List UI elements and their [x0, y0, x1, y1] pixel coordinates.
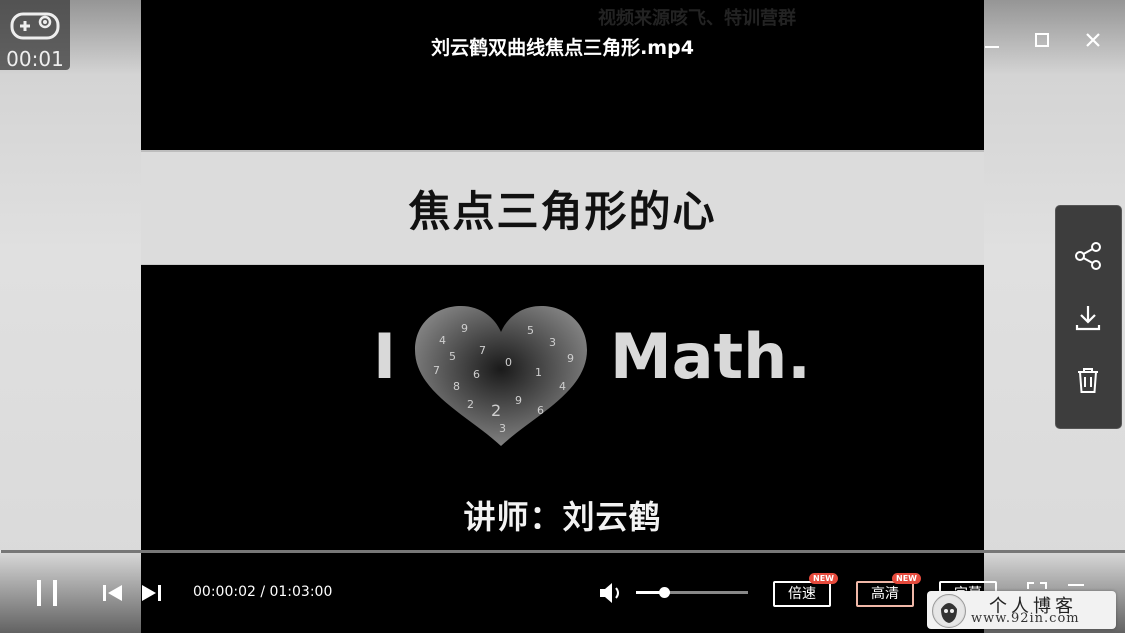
volume-button[interactable] [597, 581, 627, 605]
svg-text:6: 6 [473, 368, 480, 381]
svg-text:2: 2 [467, 398, 474, 411]
gamepad-icon [10, 12, 60, 40]
skip-back-icon [103, 585, 122, 601]
volume-knob[interactable] [659, 587, 670, 598]
maximize-icon [1035, 33, 1049, 47]
download-icon[interactable] [1071, 301, 1105, 335]
svg-text:8: 8 [453, 380, 460, 393]
lecturer-text: 讲师：刘云鹤 [463, 498, 662, 536]
progress-bar[interactable] [0, 550, 1125, 553]
svg-text:0: 0 [505, 356, 512, 369]
quality-button[interactable]: 高清 NEW [856, 573, 921, 607]
share-icon[interactable] [1071, 239, 1105, 273]
site-url: www.92in.com [971, 611, 1080, 626]
side-action-panel [1055, 205, 1122, 429]
speed-label: 倍速 [788, 586, 816, 602]
svg-text:7: 7 [433, 364, 440, 377]
pause-icon [37, 580, 57, 606]
svg-text:3: 3 [549, 336, 556, 349]
svg-text:9: 9 [515, 394, 522, 407]
volume-icon [600, 583, 619, 603]
minimize-button[interactable] [978, 26, 1006, 54]
svg-text:4: 4 [439, 334, 446, 347]
speed-new-badge: NEW [809, 573, 838, 584]
previous-button[interactable] [100, 582, 124, 604]
volume-slider[interactable] [636, 587, 748, 598]
svg-text:4: 4 [559, 380, 566, 393]
heart-icon: 497 539 786 014 2 29 635 [415, 306, 587, 446]
close-icon [1086, 33, 1100, 47]
svg-text:6: 6 [537, 404, 544, 417]
source-watermark: 视频来源咳飞、特训营群 [598, 8, 796, 29]
close-button[interactable] [1079, 26, 1107, 54]
love-i-text: I [373, 320, 397, 393]
left-letterbox [0, 0, 141, 633]
svg-text:7: 7 [479, 344, 486, 357]
file-title: 刘云鹤双曲线焦点三角形.mp4 [431, 37, 694, 59]
svg-text:9: 9 [461, 322, 468, 335]
overlay-timer: 00:01 [6, 47, 64, 71]
svg-text:2: 2 [491, 401, 501, 420]
site-logo: 个人博客 www.92in.com [927, 591, 1116, 629]
game-overlay-widget[interactable]: 00:01 [0, 0, 70, 71]
skip-forward-icon [142, 585, 161, 601]
minimize-icon [985, 46, 999, 48]
svg-text:5: 5 [449, 350, 456, 363]
video-frame[interactable]: 焦点三角形的心 I 497 539 786 014 229 635 Math. … [141, 0, 984, 633]
svg-text:5: 5 [527, 324, 534, 337]
delete-icon[interactable] [1071, 363, 1105, 397]
avatar-icon [932, 594, 966, 628]
quality-label: 高清 [871, 586, 899, 602]
svg-text:3: 3 [499, 422, 506, 435]
speed-button[interactable]: 倍速 NEW [773, 573, 838, 607]
i-love-math-graphic: I 497 539 786 014 229 635 Math. [141, 292, 984, 452]
pause-button[interactable] [33, 578, 63, 608]
progress-fill [0, 550, 1, 553]
love-math-text: Math. [610, 320, 811, 393]
slide-title: 焦点三角形的心 [408, 186, 717, 236]
time-display: 00:00:02 / 01:03:00 [193, 584, 333, 600]
slide-title-band: 焦点三角形的心 [141, 150, 984, 265]
maximize-button[interactable] [1028, 26, 1056, 54]
quality-new-badge: NEW [892, 573, 921, 584]
next-button[interactable] [140, 582, 164, 604]
title-bar: 视频来源咳飞、特训营群 刘云鹤双曲线焦点三角形.mp4 [0, 0, 1125, 80]
svg-text:9: 9 [567, 352, 574, 365]
svg-text:1: 1 [535, 366, 542, 379]
